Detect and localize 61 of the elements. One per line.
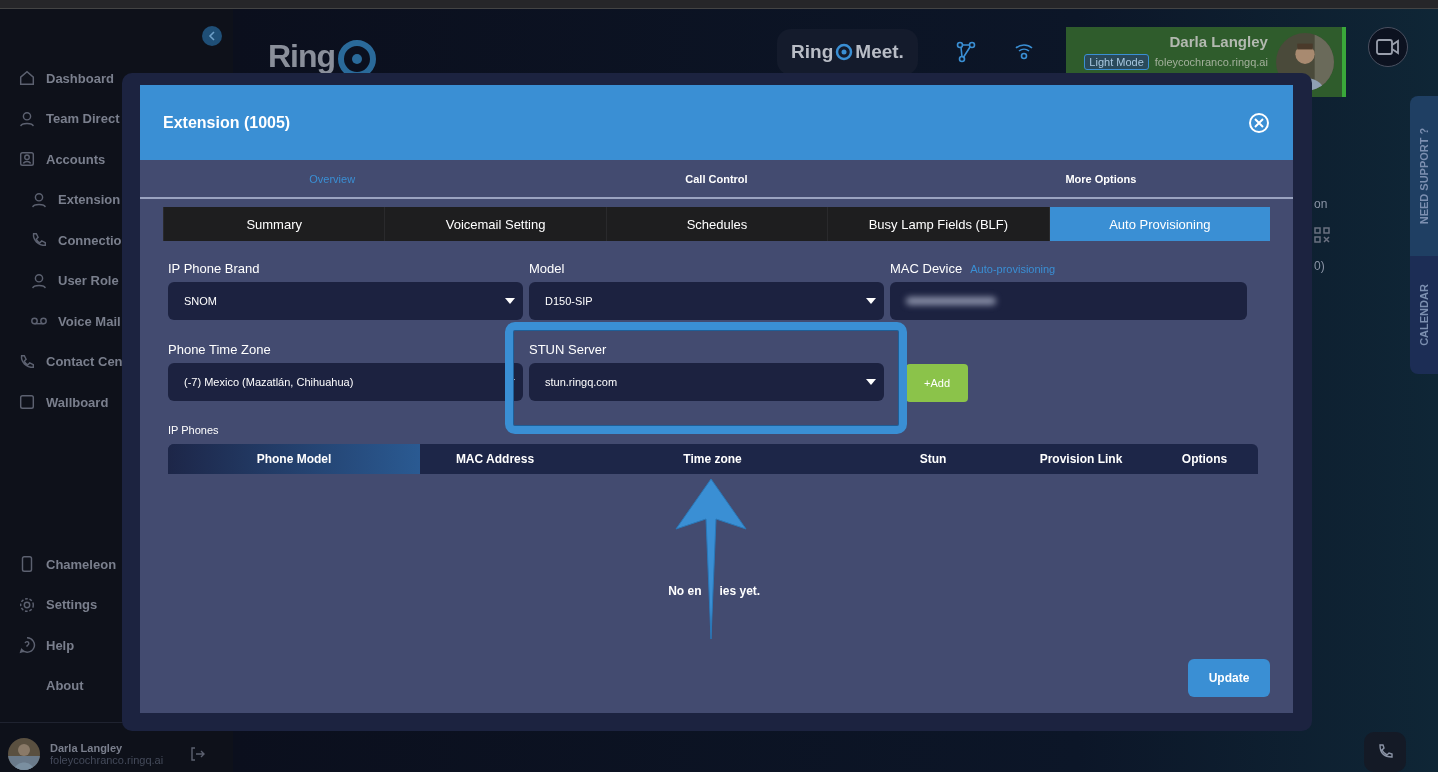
- column-header: Time zone: [682, 451, 743, 468]
- tab[interactable]: Call Control: [524, 160, 909, 197]
- sidebar-item[interactable]: Dashboard: [0, 58, 233, 99]
- video-call-button[interactable]: [1367, 27, 1408, 67]
- dropdown-caret-icon: [866, 298, 876, 304]
- field-label: Phone Time Zone: [168, 342, 271, 357]
- wifi-icon[interactable]: [1013, 41, 1034, 61]
- settings-icon: [18, 595, 36, 614]
- side-tab[interactable]: CALENDAR: [1410, 256, 1438, 374]
- light-mode-toggle[interactable]: Light Mode: [1084, 54, 1149, 70]
- tab[interactable]: Auto Provisioning: [1048, 207, 1270, 241]
- update-button[interactable]: Update: [1188, 659, 1270, 697]
- select-field[interactable]: D150-SIP: [529, 282, 884, 320]
- modal-title: Extension (1005): [163, 113, 291, 132]
- close-button[interactable]: [1248, 111, 1270, 134]
- user-icon: [30, 190, 48, 209]
- column-header: Stun: [918, 451, 948, 468]
- network-icon[interactable]: [955, 41, 976, 63]
- contact-card-icon: [18, 150, 36, 169]
- tab[interactable]: More Options: [908, 160, 1293, 197]
- user-name: Darla Langley: [1168, 33, 1268, 50]
- section-title: IP Phones: [168, 424, 220, 436]
- sidebar-item[interactable]: Chameleon: [0, 544, 233, 585]
- column-header-fragment: on: [1314, 197, 1328, 211]
- field-label: IP Phone Brand: [168, 261, 260, 276]
- field-label: MAC Device: [890, 261, 963, 276]
- select-field[interactable]: SNOM: [168, 282, 523, 320]
- user-icon: [30, 271, 48, 290]
- dropdown-caret-icon: [505, 298, 515, 304]
- column-header: Provision Link: [1038, 451, 1124, 468]
- help-icon: [18, 636, 36, 655]
- phone-icon: [18, 352, 36, 371]
- field-hint: Auto-provisioning: [970, 263, 1056, 275]
- user-email: foleycochranco.ringq.ai: [50, 753, 165, 766]
- column-header: Options: [1180, 451, 1229, 468]
- count-fragment: 0): [1314, 259, 1325, 273]
- square-icon: [18, 393, 36, 412]
- dropdown-caret-icon: [866, 379, 876, 385]
- side-tab[interactable]: NEED SUPPORT ?: [1410, 96, 1438, 256]
- phone-icon: [1377, 744, 1393, 760]
- select-field[interactable]: stun.ringq.com: [529, 363, 884, 401]
- logout-icon[interactable]: [189, 745, 205, 762]
- user-icon: [18, 109, 36, 128]
- video-camera-icon: [1375, 38, 1400, 56]
- home-icon: [18, 69, 36, 88]
- user-name: Darla Langley: [50, 741, 124, 754]
- chevron-left-icon: [208, 31, 216, 41]
- select-field[interactable]: (-7) Mexico (Mazatlán, Chihuahua): [168, 363, 523, 401]
- qr-code-icon[interactable]: [1314, 227, 1330, 243]
- input-field[interactable]: [890, 282, 1247, 320]
- phone-button[interactable]: [1364, 732, 1406, 772]
- column-header: Phone Model: [168, 444, 420, 474]
- sidebar-item[interactable]: Settings: [0, 584, 233, 625]
- empty-message: ies yet.: [719, 584, 762, 598]
- meet-logo[interactable]: Ring Meet.: [777, 29, 918, 75]
- sidebar-item[interactable]: Help: [0, 625, 233, 666]
- field-label: STUN Server: [529, 342, 607, 357]
- user-email: foleycochranco.ringq.ai: [1154, 56, 1268, 68]
- field-label: Model: [529, 261, 565, 276]
- empty-message: No en: [667, 584, 702, 598]
- column-header: MAC Address: [454, 451, 536, 468]
